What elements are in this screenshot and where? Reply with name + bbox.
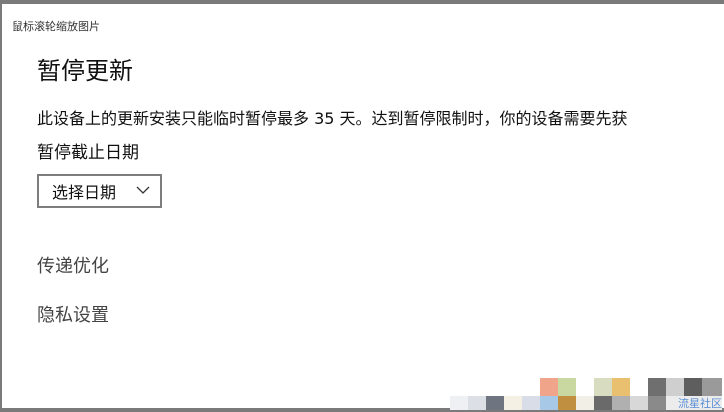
- pause-description: 此设备上的更新安装只能临时暂停最多 35 天。达到暂停限制时，你的设备需要先获: [37, 109, 628, 128]
- select-date-value: 选择日期: [52, 183, 117, 202]
- settings-window: 鼠标滚轮缩放图片 暂停更新 此设备上的更新安装只能临时暂停最多 35 天。达到暂…: [2, 4, 724, 408]
- select-date-dropdown[interactable]: 选择日期: [37, 174, 162, 208]
- pause-until-label: 暂停截止日期: [37, 143, 139, 163]
- page-title: 暂停更新: [37, 57, 133, 85]
- chevron-down-icon: [136, 186, 150, 194]
- delivery-optimization-link[interactable]: 传递优化: [37, 252, 109, 278]
- privacy-settings-link[interactable]: 隐私设置: [37, 301, 109, 327]
- window-caption: 鼠标滚轮缩放图片: [12, 20, 100, 33]
